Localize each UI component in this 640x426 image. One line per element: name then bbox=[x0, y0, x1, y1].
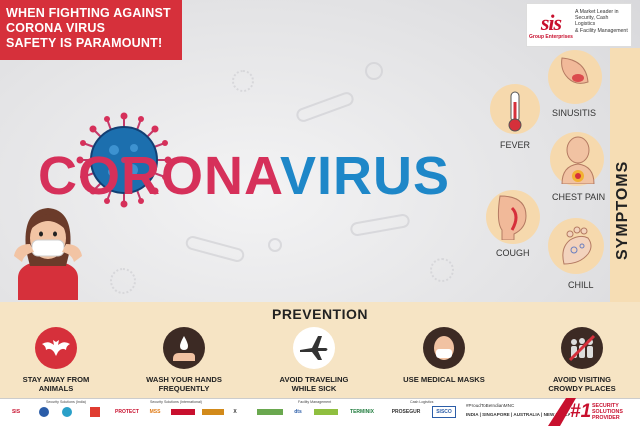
prevention-label: AVOID TRAVELING WHILE SICK bbox=[280, 375, 349, 393]
footer-logo bbox=[170, 406, 196, 418]
footer-logo-protect: PROTECT bbox=[115, 409, 139, 415]
footer-logo-sis: SIS bbox=[11, 409, 21, 415]
prevention-label-line: STAY AWAY FROM bbox=[22, 375, 90, 384]
prevention-item-travel: AVOID TRAVELING WHILE SICK bbox=[254, 327, 374, 393]
chest-pain-icon bbox=[561, 136, 595, 184]
prevention-item-crowds: AVOID VISITING CROWDY PLACES bbox=[522, 327, 640, 393]
poster: WHEN FIGHTING AGAINST CORONA VIRUS SAFET… bbox=[0, 0, 640, 426]
germ-decoration bbox=[430, 258, 454, 282]
logo-mark: sis Group Enterprises bbox=[529, 7, 573, 45]
hand-wash-icon bbox=[173, 336, 195, 361]
sis-logo: sis Group Enterprises A Market Leader in… bbox=[526, 3, 632, 47]
headline-line: CORONA VIRUS bbox=[6, 21, 106, 35]
germ-decoration bbox=[365, 62, 383, 80]
footer-logo-x: X bbox=[233, 409, 237, 415]
logo-tagline-line: Security, Cash Logistics bbox=[575, 15, 609, 28]
prevention-heading: PREVENTION bbox=[271, 306, 368, 322]
prevention-item-masks: USE MEDICAL MASKS bbox=[384, 327, 504, 384]
germ-decoration bbox=[268, 238, 282, 252]
germ-decoration bbox=[294, 90, 356, 124]
prevention-label-line: AVOID VISITING bbox=[552, 375, 612, 384]
footer-logo-dts: dts bbox=[294, 409, 302, 415]
footer-category: Cash Logistics bbox=[410, 400, 434, 404]
cough-throat-icon bbox=[497, 195, 527, 240]
footer-logo bbox=[200, 406, 226, 418]
footer-logo bbox=[60, 406, 74, 418]
bat-icon bbox=[42, 340, 70, 356]
logo-subtitle: Group Enterprises bbox=[529, 34, 573, 40]
airplane-icon bbox=[300, 336, 328, 360]
logo-letters: sis bbox=[540, 10, 562, 35]
footer-category: Security Solutions (India) bbox=[46, 400, 86, 404]
nose-icon bbox=[561, 57, 589, 84]
prevention-label: WASH YOUR HANDS FREQUENTLY bbox=[146, 375, 222, 393]
prevention-icon-circle bbox=[163, 327, 205, 369]
symptom-label-cough: COUGH bbox=[496, 248, 530, 258]
symptom-label-fever: FEVER bbox=[500, 140, 531, 150]
logo-tagline-line: & Facility Management bbox=[575, 27, 628, 34]
footer-logo bbox=[88, 406, 102, 418]
symptom-label-chill: CHILL bbox=[568, 280, 594, 290]
rank-text: SECURITY SOLUTIONS PROVIDER bbox=[592, 403, 623, 421]
prevention-label: USE MEDICAL MASKS bbox=[403, 375, 485, 384]
germ-decoration bbox=[110, 268, 136, 294]
symptoms-heading: SYMPTOMS bbox=[614, 160, 631, 260]
headline-line: WHEN FIGHTING AGAINST bbox=[6, 6, 171, 20]
germ-decoration bbox=[232, 70, 254, 92]
prevention-label-line: FREQUENTLY bbox=[158, 384, 210, 393]
footer-logo bbox=[256, 406, 284, 418]
crowd-icon bbox=[568, 334, 596, 362]
mask-icon bbox=[434, 336, 454, 360]
footer-category: Facility Management bbox=[298, 400, 332, 404]
prevention-label-line: USE MEDICAL MASKS bbox=[403, 375, 485, 384]
thermometer-icon bbox=[508, 91, 522, 132]
prevention-label-line: WASH YOUR HANDS bbox=[146, 375, 222, 384]
footer-logo-mss: MSS bbox=[149, 409, 161, 415]
symptom-label-chest-pain: CHEST PAIN bbox=[552, 192, 606, 202]
prevention-icon-circle bbox=[293, 327, 335, 369]
footer-category: Security Solutions (International) bbox=[150, 400, 202, 404]
prevention-icon-circle bbox=[423, 327, 465, 369]
footer-logo-terminix: TERMINIX bbox=[350, 409, 374, 415]
prevention-item-animals: STAY AWAY FROM ANIMALS bbox=[0, 327, 116, 393]
title-part-virus: VIRUS bbox=[280, 146, 451, 206]
prevention-label-line: ANIMALS bbox=[38, 384, 74, 393]
footer-logos-bar: Security Solutions (India) Security Solu… bbox=[0, 398, 640, 426]
footer-logo bbox=[312, 406, 340, 418]
footer-logo-sisco: SISCO bbox=[432, 406, 456, 418]
red-swoosh-decoration bbox=[548, 398, 576, 426]
coronavirus-title: CORONAVIRUS bbox=[38, 145, 450, 207]
logo-tagline: A Market Leader in Security, Cash Logist… bbox=[575, 9, 628, 34]
prevention-label-line: AVOID TRAVELING bbox=[279, 375, 349, 384]
title-part-corona: CORONA bbox=[38, 146, 280, 206]
prevention-icon-circle bbox=[561, 327, 603, 369]
germ-decoration bbox=[184, 234, 246, 264]
prevention-label: STAY AWAY FROM ANIMALS bbox=[23, 375, 90, 393]
prevention-item-wash-hands: WASH YOUR HANDS FREQUENTLY bbox=[124, 327, 244, 393]
footer-logo bbox=[38, 406, 50, 418]
symptom-label-sinusitis: SINUSITIS bbox=[552, 108, 597, 118]
prevention-label-line: WHILE SICK bbox=[291, 384, 337, 393]
prevention-icon-circle bbox=[35, 327, 77, 369]
footer-logo-prosegur: PROSEGUR bbox=[391, 409, 421, 415]
headline-line: SAFETY IS PARAMOUNT! bbox=[6, 36, 163, 50]
woman-with-mask-illustration bbox=[14, 208, 82, 300]
rank-text-line: PROVIDER bbox=[592, 415, 620, 421]
footer-campaign-hashtag: #ProudToBeIndianMNC bbox=[466, 403, 515, 408]
headline-banner: WHEN FIGHTING AGAINST CORONA VIRUS SAFET… bbox=[0, 0, 182, 60]
foot-icon bbox=[562, 226, 592, 265]
germ-decoration bbox=[349, 212, 411, 238]
